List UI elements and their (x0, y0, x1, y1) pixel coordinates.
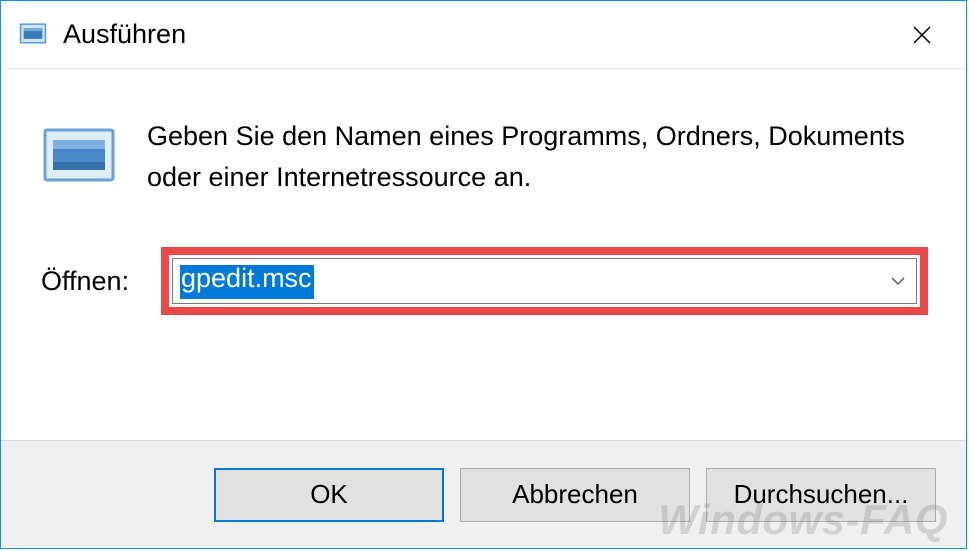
ok-button[interactable]: OK (214, 468, 444, 522)
open-combobox[interactable]: gpedit.msc (172, 258, 917, 304)
dialog-body: Geben Sie den Namen eines Programms, Ord… (1, 69, 966, 440)
run-dialog: Ausführen Geben Sie den Namen eines Prog… (0, 0, 967, 549)
titlebar[interactable]: Ausführen (1, 1, 966, 69)
cancel-button[interactable]: Abbrechen (460, 468, 690, 522)
open-label: Öffnen: (41, 266, 161, 297)
button-bar: OK Abbrechen Durchsuchen... (1, 440, 966, 548)
chevron-down-icon[interactable] (880, 259, 916, 303)
close-button[interactable] (892, 10, 952, 60)
dialog-title: Ausführen (63, 19, 892, 50)
input-highlight-box: gpedit.msc (161, 247, 928, 315)
open-input-value[interactable]: gpedit.msc (181, 263, 312, 294)
run-titlebar-icon (15, 17, 51, 53)
info-text: Geben Sie den Namen eines Programms, Ord… (147, 114, 928, 197)
run-icon (39, 114, 119, 194)
browse-button[interactable]: Durchsuchen... (706, 468, 936, 522)
